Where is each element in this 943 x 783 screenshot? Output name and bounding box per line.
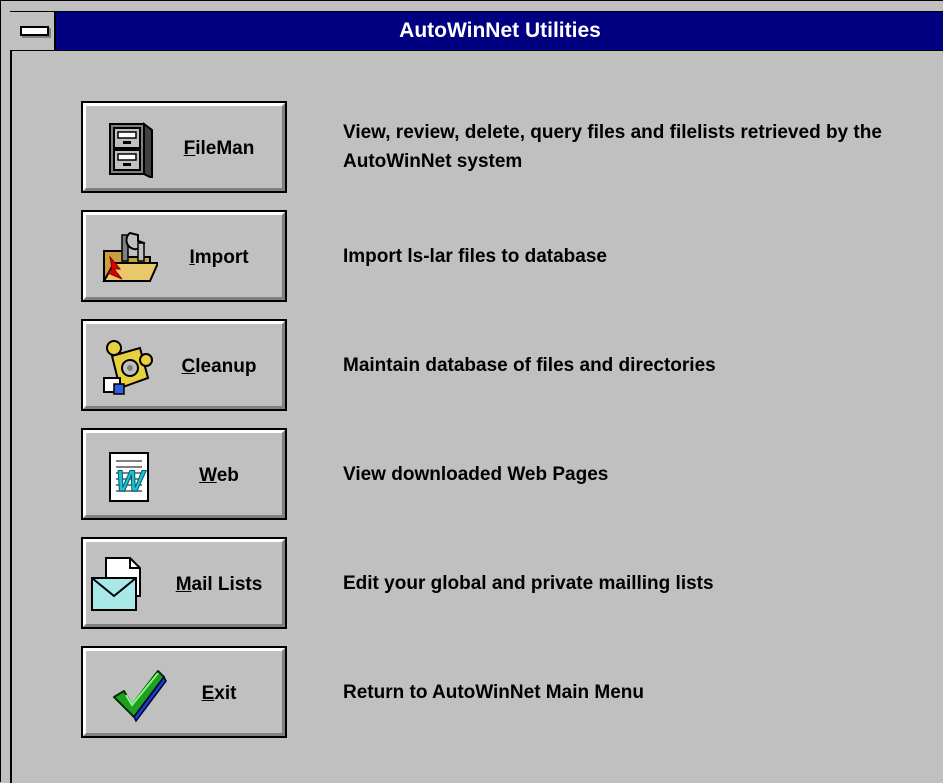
exit-button[interactable]: Exit xyxy=(81,646,287,738)
cleanup-button[interactable]: Cleanup xyxy=(81,319,287,411)
mail-envelope-icon xyxy=(91,557,141,611)
cleanup-row: Cleanup Maintain database of files and d… xyxy=(81,319,941,411)
fileman-description: View, review, delete, query files and fi… xyxy=(343,122,882,172)
utilities-window: AutoWinNet Utilities FileMan View, revie… xyxy=(0,0,943,783)
window-border xyxy=(10,51,12,783)
mail-lists-button[interactable]: Mail Lists xyxy=(81,537,287,629)
file-cabinet-icon xyxy=(109,122,153,178)
import-folder-tools-icon xyxy=(102,231,158,282)
web-description: View downloaded Web Pages xyxy=(343,463,609,485)
web-row: W Web View downloaded Web Pages xyxy=(81,428,941,520)
system-menu-button[interactable] xyxy=(10,12,56,50)
title-bar[interactable]: AutoWinNet Utilities xyxy=(10,11,943,51)
checkmark-icon xyxy=(113,670,167,723)
import-description: Import ls-lar files to database xyxy=(343,245,607,267)
exit-row: Exit Return to AutoWinNet Main Menu xyxy=(81,646,941,738)
fileman-row: FileMan View, review, delete, query file… xyxy=(81,101,941,193)
mail-lists-label: Mail Lists xyxy=(175,574,263,595)
fileman-button[interactable]: FileMan xyxy=(81,101,287,193)
window-title: AutoWinNet Utilities xyxy=(399,19,601,42)
svg-text:W: W xyxy=(116,465,147,498)
web-label: Web xyxy=(199,465,239,486)
system-menu-icon xyxy=(20,26,49,36)
exit-description: Return to AutoWinNet Main Menu xyxy=(343,681,644,703)
cleanup-description: Maintain database of files and directori… xyxy=(343,354,716,376)
cleanup-person-icon xyxy=(103,340,153,395)
import-row: Import Import ls-lar files to database xyxy=(81,210,941,302)
web-page-icon: W xyxy=(109,452,149,502)
import-label: Import xyxy=(189,247,249,268)
exit-label: Exit xyxy=(201,683,237,704)
import-button[interactable]: Import xyxy=(81,210,287,302)
mail-lists-description: Edit your global and private mailling li… xyxy=(343,572,714,594)
cleanup-label: Cleanup xyxy=(181,356,257,377)
web-button[interactable]: W Web xyxy=(81,428,287,520)
fileman-label: FileMan xyxy=(183,138,255,159)
mail-lists-row: Mail Lists Edit your global and private … xyxy=(81,537,941,629)
